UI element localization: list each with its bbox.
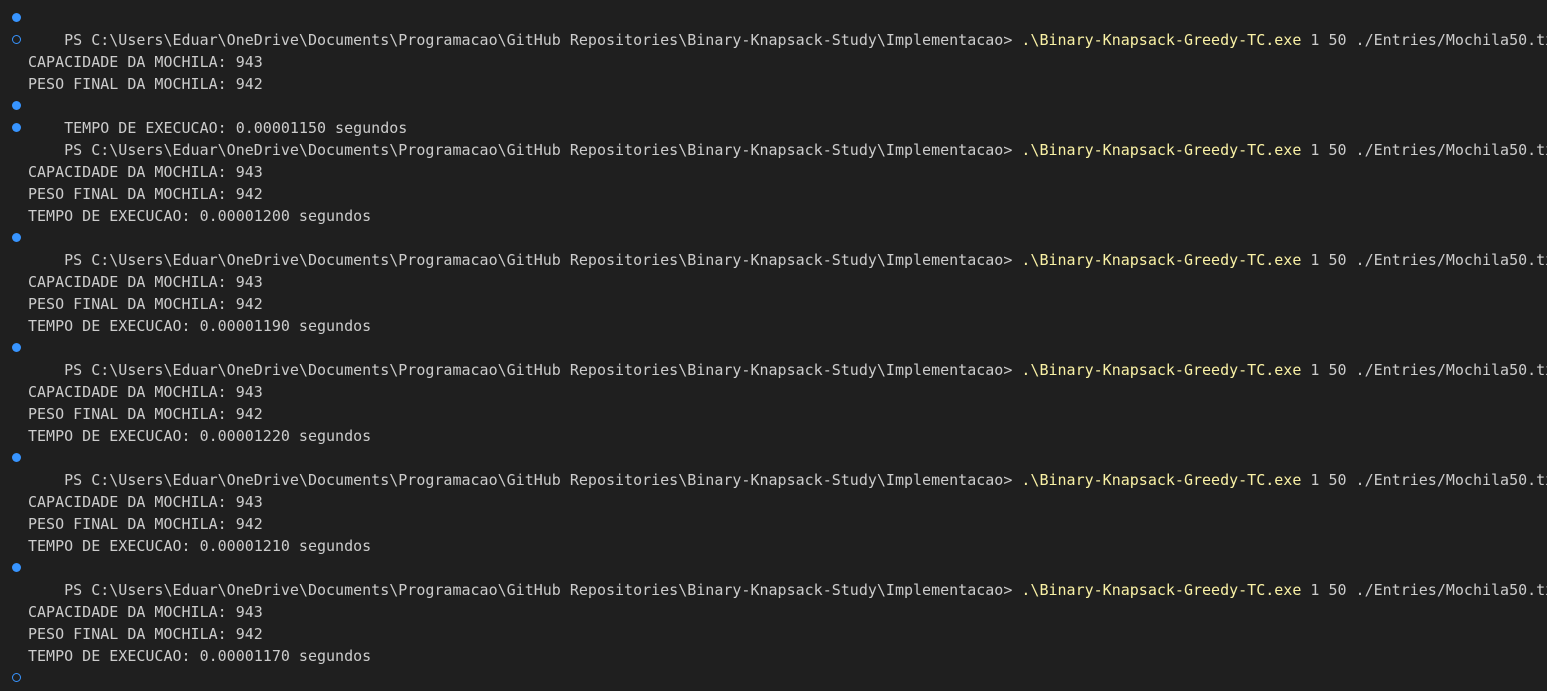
command-decoration-icon[interactable] — [12, 453, 21, 462]
command-decoration-icon[interactable] — [12, 101, 21, 110]
output-capacidade: CAPACIDADE DA MOCHILA: 943 — [28, 383, 263, 401]
command-decoration-icon[interactable] — [12, 35, 21, 44]
output-peso: PESO FINAL DA MOCHILA: 942 — [28, 295, 263, 313]
output-tempo: TEMPO DE EXECUCAO: 0.00001190 segundos — [28, 317, 372, 335]
output-capacidade: CAPACIDADE DA MOCHILA: 943 — [28, 163, 263, 181]
output-tempo: TEMPO DE EXECUCAO: 0.00001200 segundos — [28, 207, 372, 225]
terminal-panel[interactable]: PS C:\Users\Eduar\OneDrive\Documents\Pro… — [0, 0, 1547, 691]
output-peso: PESO FINAL DA MOCHILA: 942 — [28, 75, 263, 93]
command-line: PS C:\Users\Eduar\OneDrive\Documents\Pro… — [0, 447, 1547, 489]
command-line: PS C:\Users\Eduar\OneDrive\Documents\Pro… — [0, 557, 1547, 599]
output-peso: PESO FINAL DA MOCHILA: 942 — [28, 405, 263, 423]
output-peso: PESO FINAL DA MOCHILA: 942 — [28, 625, 263, 643]
command-decoration-icon[interactable] — [12, 563, 21, 572]
command-line: PS C:\Users\Eduar\OneDrive\Documents\Pro… — [0, 337, 1547, 379]
command-decoration-icon[interactable] — [12, 233, 21, 242]
output-peso: PESO FINAL DA MOCHILA: 942 — [28, 515, 263, 533]
output-peso: PESO FINAL DA MOCHILA: 942 — [28, 185, 263, 203]
output-capacidade: CAPACIDADE DA MOCHILA: 943 — [28, 53, 263, 71]
command-decoration-icon[interactable] — [12, 673, 21, 682]
output-capacidade: CAPACIDADE DA MOCHILA: 943 — [28, 273, 263, 291]
output-tempo-line: TEMPO DE EXECUCAO: 0.00001150 segundos — [0, 95, 1547, 137]
command-decoration-icon[interactable] — [12, 13, 21, 22]
command-decoration-icon[interactable] — [12, 343, 21, 352]
output-capacidade: CAPACIDADE DA MOCHILA: 943 — [28, 603, 263, 621]
output-tempo: TEMPO DE EXECUCAO: 0.00001170 segundos — [28, 647, 372, 665]
command-decoration-icon[interactable] — [12, 123, 21, 132]
command-line: PS C:\Users\Eduar\OneDrive\Documents\Pro… — [0, 117, 1547, 159]
command-line: PS C:\Users\Eduar\OneDrive\Documents\Pro… — [0, 7, 1547, 49]
output-tempo: TEMPO DE EXECUCAO: 0.00001220 segundos — [28, 427, 372, 445]
output-capacidade: CAPACIDADE DA MOCHILA: 943 — [28, 493, 263, 511]
command-line: PS C:\Users\Eduar\OneDrive\Documents\Pro… — [0, 227, 1547, 269]
blank-line — [0, 29, 1547, 51]
current-prompt-line[interactable]: PS C:\Users\Eduar\OneDrive\Documents\Pro… — [0, 667, 1547, 691]
output-tempo: TEMPO DE EXECUCAO: 0.00001210 segundos — [28, 537, 372, 555]
